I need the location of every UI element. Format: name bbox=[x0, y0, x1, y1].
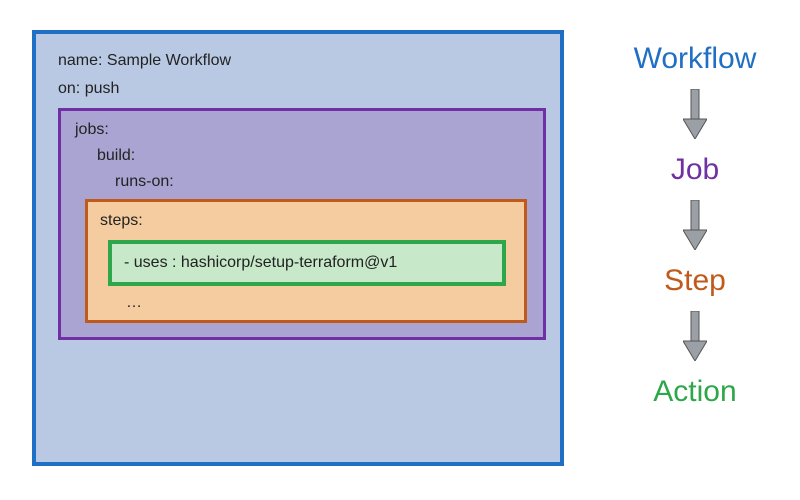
build-label: build: bbox=[75, 147, 529, 165]
workflow-box: name: Sample Workflow on: push jobs: bui… bbox=[32, 30, 564, 466]
job-box: jobs: build: runs-on: steps: - uses : ha… bbox=[58, 108, 546, 340]
workflow-on-line: on: push bbox=[58, 80, 546, 98]
legend-action: Action bbox=[653, 375, 736, 408]
runs-on-label: runs-on: bbox=[75, 173, 529, 191]
arrow-down-icon bbox=[683, 89, 707, 139]
workflow-name-line: name: Sample Workflow bbox=[58, 52, 546, 70]
action-uses-line: - uses : hashicorp/setup-terraform@v1 bbox=[124, 254, 397, 271]
steps-ellipsis: … bbox=[100, 286, 512, 312]
steps-label: steps: bbox=[100, 212, 512, 230]
jobs-label: jobs: bbox=[75, 121, 529, 139]
action-box: - uses : hashicorp/setup-terraform@v1 bbox=[108, 240, 506, 286]
legend-column: Workflow Job Step Action bbox=[605, 42, 785, 408]
legend-step: Step bbox=[664, 264, 726, 297]
step-box: steps: - uses : hashicorp/setup-terrafor… bbox=[85, 199, 527, 323]
arrow-down-icon bbox=[683, 311, 707, 361]
arrow-down-icon bbox=[683, 200, 707, 250]
legend-workflow: Workflow bbox=[634, 42, 757, 75]
legend-job: Job bbox=[671, 153, 719, 186]
